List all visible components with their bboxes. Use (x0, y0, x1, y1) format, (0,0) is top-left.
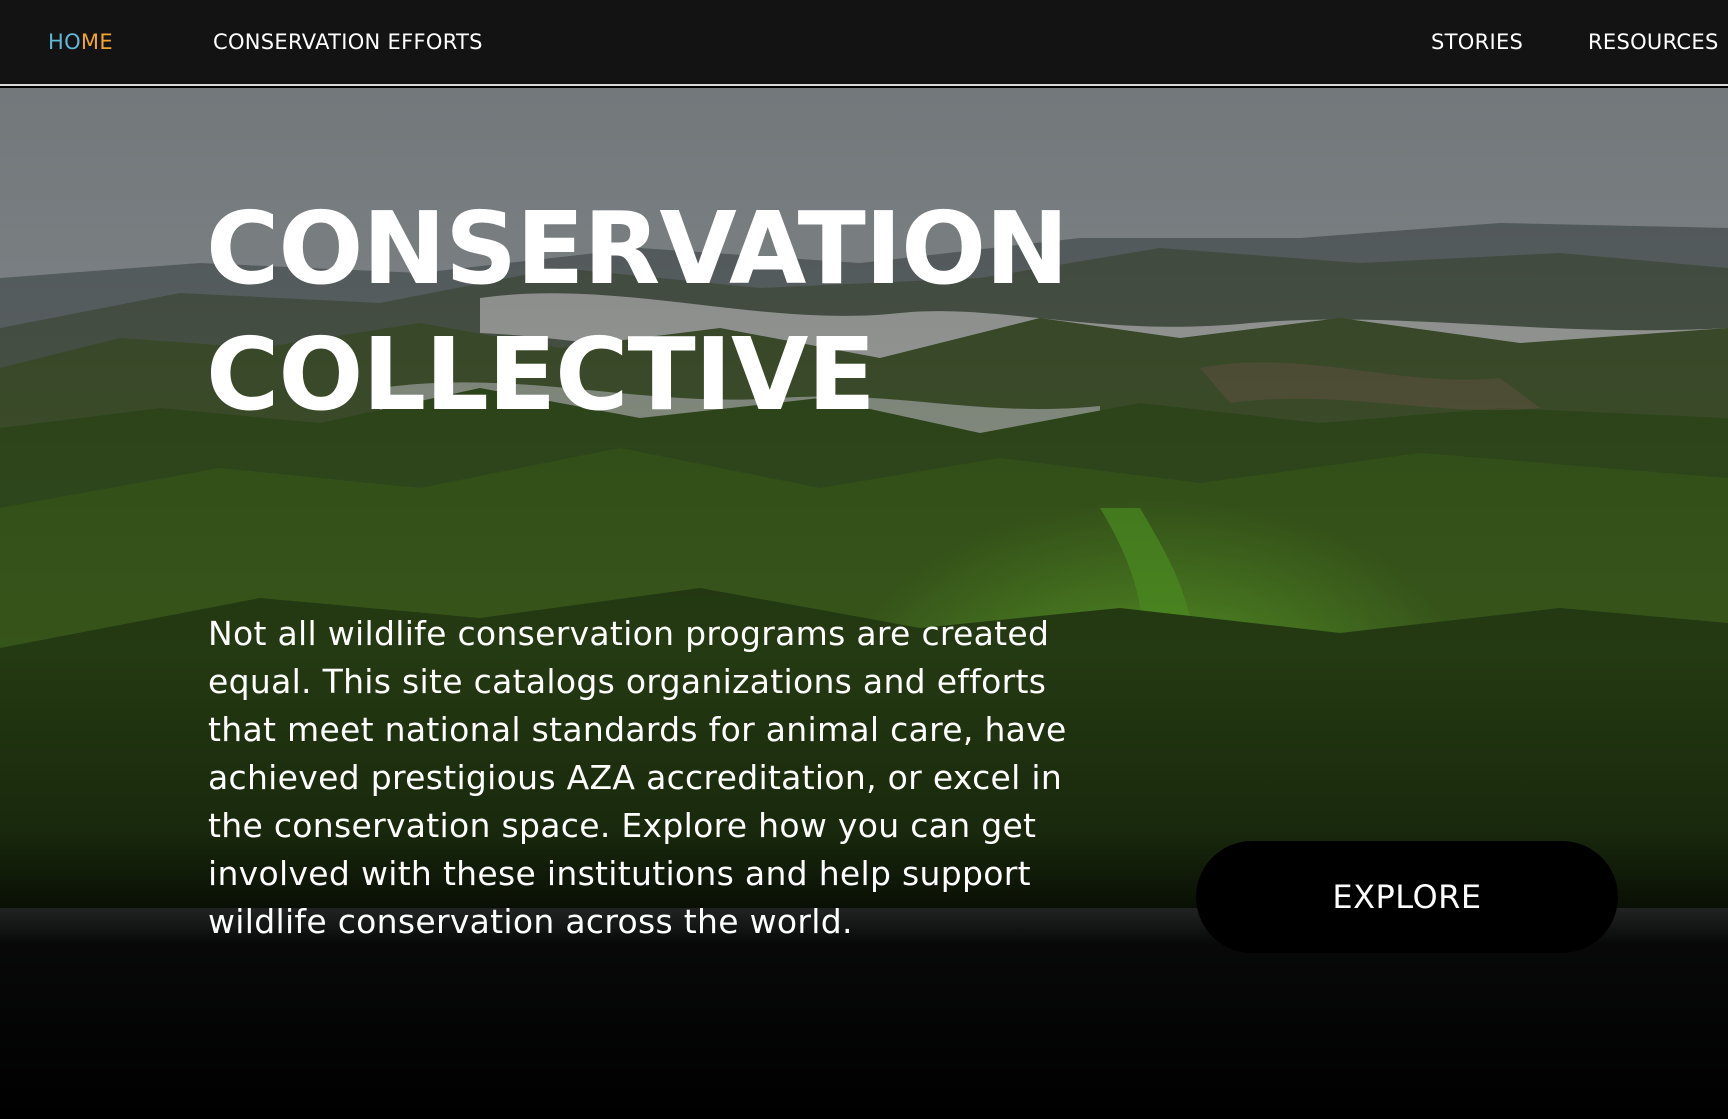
nav-link-conservation-efforts[interactable]: CONSERVATION EFFORTS (213, 30, 483, 54)
hero-description: Not all wildlife conservation programs a… (208, 614, 1067, 941)
nav-link-stories[interactable]: STORIES (1431, 30, 1523, 54)
hero-title-line-2: COLLECTIVE (206, 316, 876, 433)
hero-title-line-1: CONSERVATION (206, 190, 1069, 307)
nav-link-home[interactable]: HOME (48, 30, 113, 54)
top-navigation-bar: HOME CONSERVATION EFFORTS STORIES RESOUR… (0, 0, 1728, 86)
nav-home-label-part1: HO (48, 30, 81, 54)
explore-button[interactable]: EXPLORE (1196, 841, 1618, 953)
nav-link-resources[interactable]: RESOURCES (1588, 30, 1719, 54)
hero-section: CONSERVATION COLLECTIVE Not all wildlife… (0, 88, 1728, 1119)
nav-home-label-part2: ME (80, 30, 113, 54)
hero-title: CONSERVATION COLLECTIVE (206, 186, 1206, 438)
